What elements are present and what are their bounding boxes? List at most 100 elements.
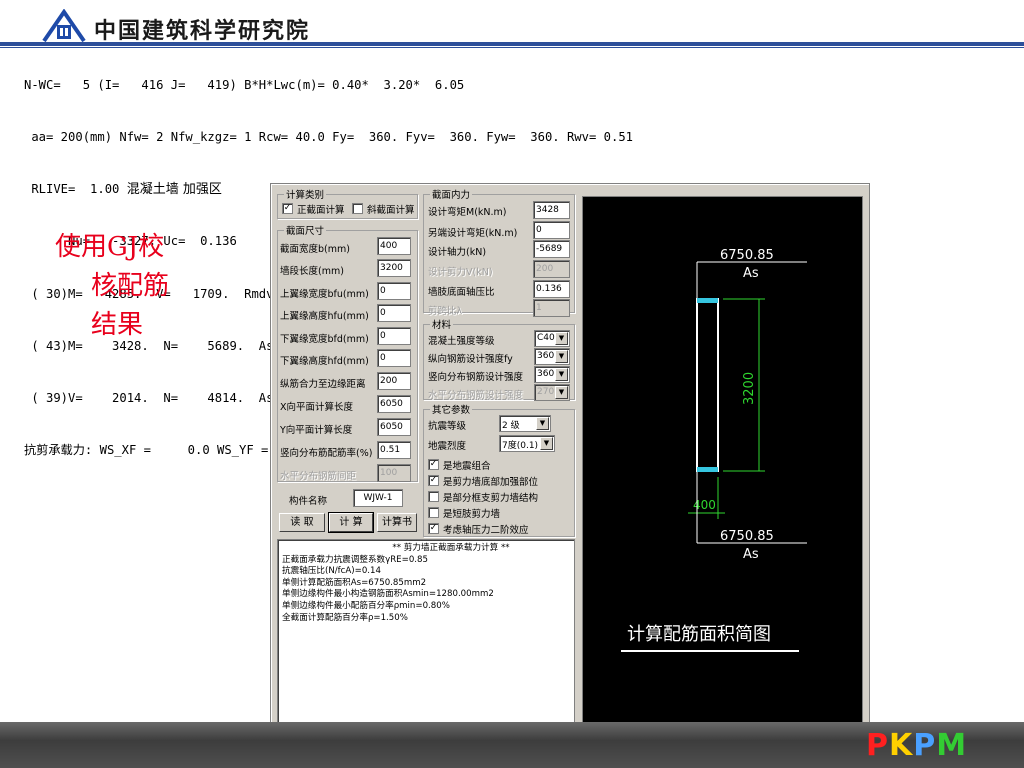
short-leg-wall-checkbox[interactable]	[428, 507, 439, 518]
horizontal-bar-strength-value: 270	[537, 387, 555, 397]
group-title: 计算类别	[284, 187, 327, 201]
bottom-as-value: 6750.85	[720, 529, 774, 544]
chevron-down-icon: ▼	[536, 417, 549, 430]
top-flange-height-label: 上翼缘高度hfu(mm)	[280, 311, 369, 322]
strengthened-zone-checkbox[interactable]: ✓	[428, 475, 439, 486]
report-line: 单侧计算配筋面积As=6750.85mm2	[282, 577, 427, 588]
cover-distance-label: 纵筋合力至边缘距离	[280, 379, 366, 390]
chevron-down-icon: ▼	[555, 386, 568, 399]
group-title: 其它参数	[430, 402, 473, 416]
normal-section-label: 正截面计算	[297, 205, 345, 216]
other-moment-input[interactable]: 0	[533, 221, 570, 239]
strengthened-zone-label: 是剪力墙底部加强部位	[443, 477, 539, 488]
x-length-label: X向平面计算长度	[280, 402, 354, 413]
vertical-bar-strength-select[interactable]: 360 ▼	[534, 366, 570, 383]
report-line: 正截面承载力抗震调整系数γRE=0.85	[282, 554, 428, 565]
reinforcement-diagram-canvas: 6750.85 As 3200 400 6750.85 As 计算配筋面积简图	[582, 196, 863, 731]
concrete-grade-select[interactable]: C40 ▼	[534, 330, 570, 347]
group-title: 截面内力	[430, 187, 473, 201]
calc-report-textarea[interactable]: ** 剪力墙正截面承载力计算 ** 正截面承载力抗震调整系数γRE=0.85 抗…	[277, 539, 575, 735]
width-dimension-label: 400	[693, 498, 716, 512]
bottom-flange-width-input[interactable]: 0	[377, 327, 411, 345]
slide-note-line: 核配筋	[91, 271, 170, 301]
frame-supported-label: 是部分框支剪力墙结构	[443, 493, 539, 504]
pkpm-logo: PKPM	[866, 728, 967, 763]
bottom-as-unit: As	[743, 547, 759, 562]
slide-note-line: 使用GJ校	[55, 232, 165, 262]
top-flange-height-input[interactable]: 0	[377, 304, 411, 322]
moment-label: 设计弯矩M(kN.m)	[428, 207, 507, 218]
moment-input[interactable]: 3428	[533, 201, 570, 219]
console-line-text: RLIVE= 1.00	[24, 182, 127, 197]
chevron-down-icon: ▼	[555, 332, 568, 345]
height-dimension-label: 3200	[742, 372, 757, 405]
group-title: 截面尺寸	[284, 223, 327, 237]
report-line: 单侧边缘构件最小配筋百分率ρmin=0.80%	[282, 600, 450, 611]
seismic-grade-select[interactable]: 2 级 ▼	[499, 415, 551, 432]
vertical-ratio-input[interactable]: 0.51	[377, 441, 411, 459]
reinforcement-diagram: 6750.85 As 3200 400 6750.85 As 计算配筋面积简图	[621, 248, 807, 652]
intensity-value: 7度(0.1)	[502, 441, 539, 451]
bottom-reinforcement-zone	[697, 467, 718, 472]
bottom-flange-height-label: 下翼缘高度hfd(mm)	[280, 356, 369, 367]
group-title: 材料	[430, 317, 454, 331]
gj-check-dialog: 计算类别 ✓ 正截面计算 斜截面计算 截面尺寸 截面宽度b(mm) 400 墙段…	[270, 183, 870, 739]
report-button[interactable]: 计算书	[377, 513, 417, 532]
wall-outline	[696, 298, 719, 472]
y-length-input[interactable]: 6050	[377, 418, 411, 436]
slide-note-line: 结果	[91, 310, 144, 340]
report-line: 全截面计算配筋百分率ρ=1.50%	[282, 612, 408, 623]
report-line: 单侧边缘构件最小构造钢筋面积Asmin=1280.00mm2	[282, 589, 494, 600]
axial-ratio-input[interactable]: 0.136	[533, 280, 570, 298]
normal-section-checkbox[interactable]: ✓	[282, 203, 293, 214]
cover-distance-input[interactable]: 200	[377, 372, 411, 390]
slide-note: 使用GJ校 核配筋 结果	[55, 228, 169, 345]
academy-logo-icon	[42, 9, 86, 43]
concrete-grade-value: C40	[537, 333, 555, 343]
wall-length-input[interactable]: 3200	[377, 259, 411, 277]
report-line: 抗震轴压比(N/fcA)=0.14	[282, 566, 381, 577]
axial-ratio-label: 墙肢底面轴压比	[428, 287, 495, 298]
y-length-label: Y向平面计算长度	[280, 425, 353, 436]
read-button[interactable]: 读 取	[279, 513, 325, 532]
frame-supported-checkbox[interactable]	[428, 491, 439, 502]
bottom-flange-height-input[interactable]: 0	[377, 349, 411, 367]
calc-button[interactable]: 计 算	[328, 512, 374, 533]
shear-force-input: 200	[533, 260, 570, 278]
top-as-unit: As	[743, 266, 759, 281]
second-order-label: 考虑轴压力二阶效应	[443, 525, 529, 536]
other-moment-label: 另端设计弯矩(kN.m)	[428, 228, 518, 239]
intensity-select[interactable]: 7度(0.1) ▼	[499, 435, 555, 452]
shear-force-label: 设计剪力V(kN)	[428, 267, 493, 278]
oblique-section-label: 斜截面计算	[367, 205, 415, 216]
shear-span-label: 剪跨比λ	[428, 306, 463, 317]
seismic-combo-checkbox[interactable]: ✓	[428, 459, 439, 470]
calc-type-group: 计算类别 ✓ 正截面计算 斜截面计算	[277, 187, 418, 219]
long-bar-strength-label: 纵向钢筋设计强度fy	[428, 354, 513, 365]
section-size-group: 截面尺寸 截面宽度b(mm) 400 墙段长度(mm) 3200 上翼缘宽度bf…	[277, 223, 418, 482]
top-flange-width-label: 上翼缘宽度bfu(mm)	[280, 289, 369, 300]
seismic-grade-label: 抗震等级	[428, 421, 467, 432]
horizontal-bar-strength-select: 270 ▼	[534, 384, 570, 401]
pkpm-letter: P	[866, 728, 889, 763]
chevron-down-icon: ▼	[555, 368, 568, 381]
x-length-input[interactable]: 6050	[377, 395, 411, 413]
axial-force-input[interactable]: -5689	[533, 240, 570, 258]
member-name-label: 构件名称	[289, 496, 328, 507]
pkpm-letter: P	[913, 728, 937, 763]
top-flange-width-input[interactable]: 0	[377, 282, 411, 300]
section-width-label: 截面宽度b(mm)	[280, 244, 350, 255]
intensity-label: 地震烈度	[428, 441, 467, 452]
concrete-grade-label: 混凝土强度等级	[428, 336, 495, 347]
pkpm-letter: M	[936, 728, 968, 763]
second-order-checkbox[interactable]: ✓	[428, 523, 439, 534]
oblique-section-checkbox[interactable]	[352, 203, 363, 214]
vertical-ratio-label: 竖向分布筋配筋率(%)	[280, 448, 373, 459]
shear-span-input: 1	[533, 299, 570, 317]
axial-force-label: 设计轴力(kN)	[428, 247, 487, 258]
section-width-input[interactable]: 400	[377, 237, 411, 255]
member-name-input[interactable]: WJW-1	[353, 489, 403, 507]
section-forces-group: 截面内力 设计弯矩M(kN.m) 3428 另端设计弯矩(kN.m) 0 设计轴…	[423, 187, 575, 317]
vertical-bar-strength-label: 竖向分布钢筋设计强度	[428, 372, 524, 383]
long-bar-strength-select[interactable]: 360 ▼	[534, 348, 570, 365]
